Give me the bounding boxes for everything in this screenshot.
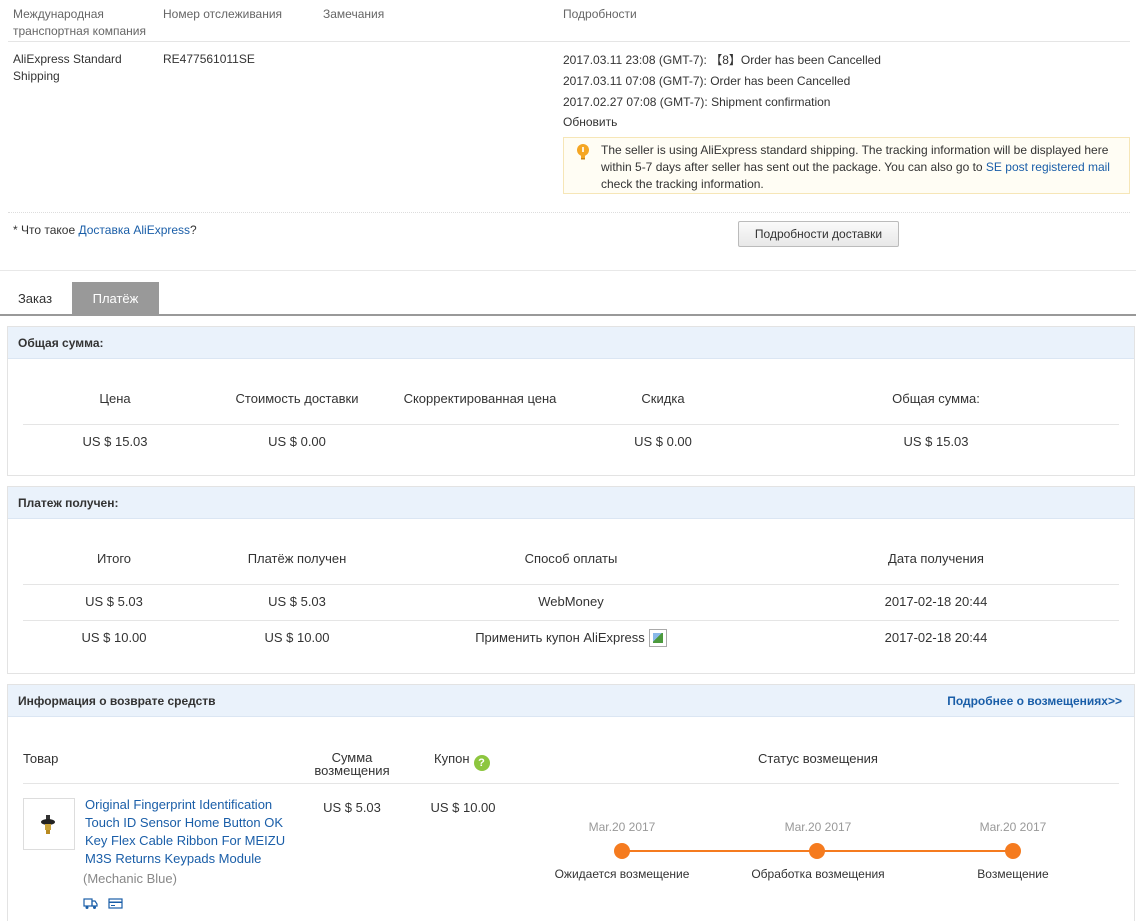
refund-panel-header: Информация о возврате средств Подробнее … <box>8 685 1134 717</box>
payment-total-header: Итого <box>96 551 132 566</box>
tabs-underline <box>0 314 1136 316</box>
payment-total: US $ 10.00 <box>81 630 147 645</box>
shipping-cost-header: Стоимость доставки <box>235 391 359 406</box>
tracking-number-header: Номер отслеживания <box>163 7 283 21</box>
refund-panel-title: Информация о возврате средств <box>18 694 216 708</box>
product-thumbnail[interactable] <box>23 798 75 850</box>
adjusted-price-header: Скорректированная цена <box>403 391 557 406</box>
delivery-details-button[interactable]: Подробности доставки <box>738 221 899 247</box>
payment-method-header: Способ оплаты <box>524 551 618 566</box>
payment-method: WebMoney <box>538 594 604 609</box>
dotted-divider <box>8 212 1130 213</box>
shipping-notice: The seller is using AliExpress standard … <box>563 137 1130 194</box>
payment-card-icon[interactable] <box>108 897 123 910</box>
row-divider <box>23 584 1119 585</box>
refund-more-link[interactable]: Подробнее о возмещениях>> <box>947 685 1122 717</box>
payment-method: Применить купон AliExpress <box>475 630 645 645</box>
refund-status-header: Статус возмещения <box>758 751 878 766</box>
total-panel-title: Общая сумма: <box>8 327 1134 359</box>
timeline-label: Ожидается возмещение <box>554 867 690 881</box>
aliexpress-shipping-link[interactable]: Доставка AliExpress <box>78 223 190 237</box>
timeline-date: Mar.20 2017 <box>979 820 1047 834</box>
timeline-step-dot <box>614 843 630 859</box>
section-divider <box>0 270 1136 271</box>
carrier-header: Международная транспортная компания <box>13 7 146 38</box>
row-divider <box>23 424 1119 425</box>
tracking-header: Международная транспортная компания Номе… <box>0 6 1136 42</box>
row-divider <box>23 620 1119 621</box>
product-title-link[interactable]: Original Fingerprint Identification Touc… <box>85 796 300 868</box>
tab-order[interactable]: Заказ <box>0 282 70 315</box>
payment-date: 2017-02-18 20:44 <box>884 594 988 609</box>
lightbulb-icon <box>577 144 589 160</box>
whatis-prefix: * Что такое <box>13 223 79 237</box>
product-image-icon <box>41 815 55 834</box>
refund-coupon: US $ 10.00 <box>430 800 496 815</box>
price-value: US $ 15.03 <box>82 434 148 449</box>
payment-received-header: Платёж получен <box>247 551 347 566</box>
notice-text: The seller is using AliExpress standard … <box>601 142 1116 193</box>
discount-value: US $ 0.00 <box>634 434 692 449</box>
coupon-header-label: Купон <box>434 751 470 766</box>
tracking-number: RE477561011SE <box>163 52 255 66</box>
divider <box>8 41 1130 42</box>
whatis-shipping: * Что такое Доставка AliExpress? <box>13 222 197 238</box>
notice-text-after: check the tracking information. <box>601 177 764 191</box>
timeline-date: Mar.20 2017 <box>588 820 656 834</box>
help-icon[interactable]: ? <box>473 755 490 771</box>
timeline-step-dot <box>809 843 825 859</box>
carrier-name: AliExpress Standard Shipping <box>13 52 122 83</box>
payment-received: US $ 5.03 <box>268 594 326 609</box>
price-header: Цена <box>99 391 131 406</box>
total-header: Общая сумма: <box>892 391 980 406</box>
payment-method-coupon: Применить купон AliExpress <box>441 629 701 647</box>
timeline-step-dot <box>1005 843 1021 859</box>
refresh-link[interactable]: Обновить <box>563 114 617 130</box>
details-header: Подробности <box>563 7 637 21</box>
tab-payment[interactable]: Платёж <box>72 282 159 315</box>
payment-date: 2017-02-18 20:44 <box>884 630 988 645</box>
whatis-suffix: ? <box>190 223 197 237</box>
tracking-event: 2017.03.11 23:08 (GMT-7): 【8】Order has b… <box>563 53 881 67</box>
coupon-image-icon <box>648 629 667 647</box>
product-header: Товар <box>23 751 59 766</box>
refund-amount: US $ 5.03 <box>323 800 381 815</box>
tracking-event: 2017.02.27 07:08 (GMT-7): Shipment confi… <box>563 95 831 109</box>
shipping-cost-value: US $ 0.00 <box>268 434 326 449</box>
product-variant: (Mechanic Blue) <box>83 871 177 886</box>
total-value: US $ 15.03 <box>903 434 969 449</box>
row-divider <box>23 783 1119 784</box>
payment-received: US $ 10.00 <box>264 630 330 645</box>
timeline-label: Обработка возмещения <box>751 867 885 881</box>
payment-date-header: Дата получения <box>888 551 984 566</box>
shipping-truck-icon[interactable] <box>83 897 98 910</box>
payment-total: US $ 5.03 <box>85 594 143 609</box>
payment-panel-title: Платеж получен: <box>8 487 1134 519</box>
discount-header: Скидка <box>641 391 685 406</box>
refund-amount-header: Сумма возмещения <box>314 750 390 778</box>
timeline-label: Возмещение <box>977 867 1049 881</box>
se-post-link[interactable]: SE post registered mail <box>986 160 1110 174</box>
remarks-header: Замечания <box>323 7 385 21</box>
timeline-date: Mar.20 2017 <box>784 820 852 834</box>
tracking-event: 2017.03.11 07:08 (GMT-7): Order has been… <box>563 74 851 88</box>
coupon-header: Купон? <box>434 751 490 771</box>
